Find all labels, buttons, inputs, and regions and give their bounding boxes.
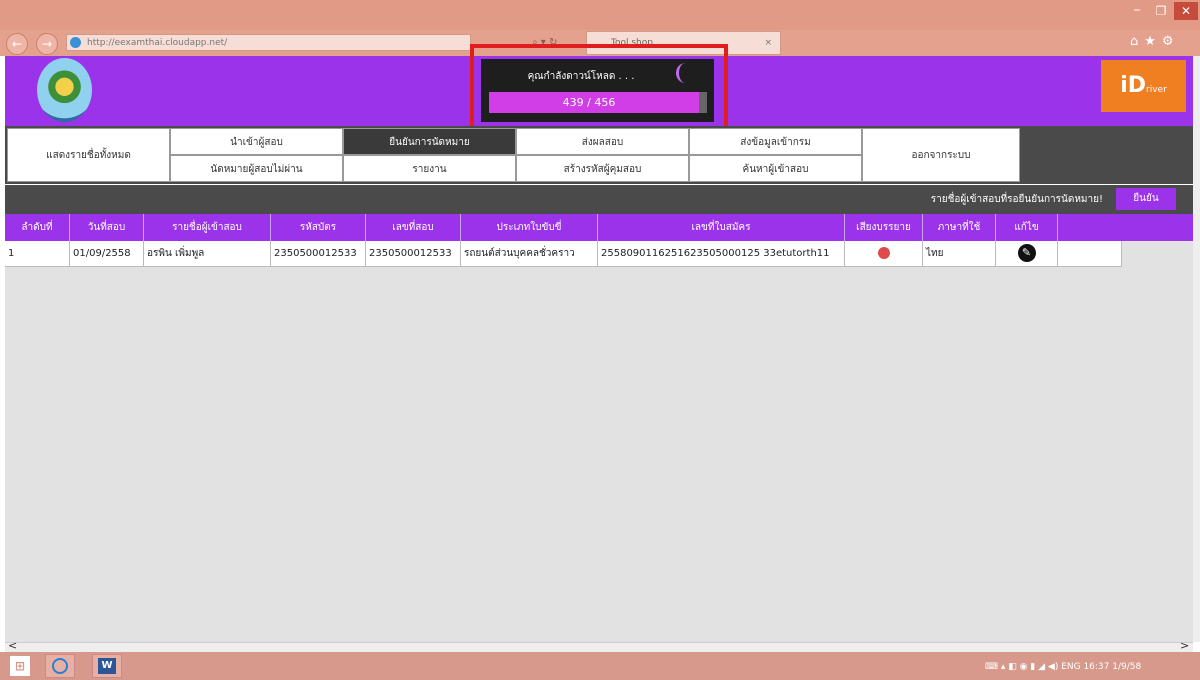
header-examinee-name: รายชื่อผู้เข้าสอบ [144,214,271,241]
action-toolbar: รายชื่อผู้เข้าสอบที่รอยืนยันการนัดหมาย! … [5,185,1193,214]
browser-toolbar-icons[interactable]: ⌂★⚙ [1130,34,1195,52]
menu-logout[interactable]: ออกจากระบบ [862,128,1020,182]
menu-send-to-department[interactable]: ส่งข้อมูลเข้ากรม [689,128,862,155]
idriver-logo: iDriver [1101,60,1186,112]
window-close-button[interactable]: ✕ [1174,2,1198,20]
internet-explorer-taskbar-icon[interactable] [45,654,75,678]
menu-reschedule-failed[interactable]: นัดหมายผู้สอบไม่ผ่าน [170,155,343,182]
cell-exam-number: 2350500012533 [366,241,461,267]
cell-edit: ✎ [996,241,1058,267]
header-license-type: ประเภทใบขับขี่ [461,214,598,241]
menu-create-proctor-code[interactable]: สร้างรหัสผู้คุมสอบ [516,155,689,182]
pending-confirmation-label: รายชื่อผู้เข้าสอบที่รอยืนยันการนัดหมาย! [930,194,1103,205]
header-application-number: เลขที่ใบสมัคร [598,214,845,241]
audio-play-icon[interactable] [877,247,890,259]
header-exam-number: เลขที่สอบ [366,214,461,241]
scroll-left-icon[interactable]: < [8,639,17,652]
menu-confirm-appointment[interactable]: ยืนยันการนัดหมาย [343,128,516,155]
address-bar[interactable]: http://eexamthai.cloudapp.net/ [66,34,471,51]
confirm-button[interactable]: ยืนยัน [1116,188,1176,210]
menu-send-results[interactable]: ส่งผลสอบ [516,128,689,155]
header-spacer [1058,214,1193,241]
menu-report[interactable]: รายงาน [343,155,516,182]
system-tray[interactable]: ⌨ ▴ ◧ ◉ ▮ ◢ ◀) ENG 16:37 1/9/58 [985,656,1195,678]
cell-language: ไทย [923,241,996,267]
wrench-edit-icon[interactable]: ✎ [1017,244,1036,262]
scroll-right-icon[interactable]: > [1180,639,1189,652]
vertical-scrollbar[interactable] [1193,56,1200,642]
header-edit: แก้ไข [996,214,1058,241]
cell-examinee-name: อรพิน เพิ่มพูล [144,241,271,267]
back-button[interactable]: ← [6,33,28,55]
menu-show-all[interactable]: แสดงรายชื่อทั้งหมด [7,128,170,182]
brand-main: iD [1120,73,1147,98]
progress-text: 439 / 456 [562,96,616,109]
brand-sub: river [1146,85,1167,95]
header-number: ลำดับที่ [5,214,70,241]
word-taskbar-icon[interactable]: W [92,654,122,678]
cell-id-card: 2350500012533 [271,241,366,267]
cell-number: 1 [5,241,70,267]
cell-spacer [1058,241,1122,267]
cell-exam-date: 01/09/2558 [70,241,144,267]
browser-title-bar [0,0,1200,30]
site-favicon-icon [70,37,81,48]
forward-button[interactable]: → [36,33,58,55]
cell-application-number: 2558090116251623505000125 33etutorth11 [598,241,845,267]
progress-bar: 439 / 456 [489,92,707,113]
download-loader: คุณกำลังดาวน์โหลด . . . 439 / 456 [481,59,714,122]
cell-license-type: รถยนต์ส่วนบุคคลชั่วคราว [461,241,598,267]
menu-search-examinee[interactable]: ค้นหาผู้เข้าสอบ [689,155,862,182]
spinner-icon [676,63,695,83]
main-menu: แสดงรายชื่อทั้งหมด นำเข้าผู้สอบ ยืนยันกา… [5,126,1193,184]
window-minimize-button[interactable]: – [1126,2,1148,20]
window-maximize-button[interactable]: ❐ [1150,2,1172,20]
header-narration: เสียงบรรยาย [845,214,923,241]
cell-narration [845,241,923,267]
menu-import-examinees[interactable]: นำเข้าผู้สอบ [170,128,343,155]
loader-message: คุณกำลังดาวน์โหลด . . . [527,71,635,82]
header-id-card: รหัสบัตร [271,214,366,241]
header-language: ภาษาที่ใช้ [923,214,996,241]
department-logo-icon [37,58,92,122]
tab-close-icon[interactable]: × [764,32,772,54]
header-exam-date: วันที่สอบ [70,214,144,241]
content-area: ลำดับที่ วันที่สอบ รายชื่อผู้เข้าสอบ รหั… [5,214,1193,642]
windows-start-icon[interactable]: ⊞ [10,656,30,676]
